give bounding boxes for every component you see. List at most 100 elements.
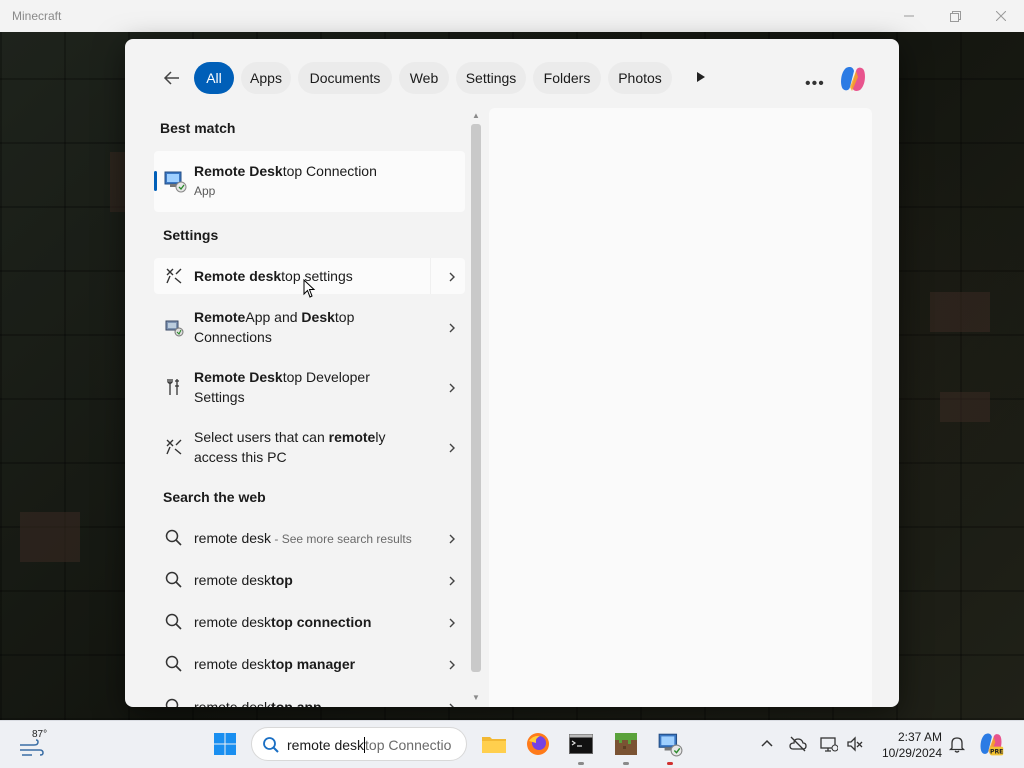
network-status[interactable] xyxy=(820,735,839,753)
notifications-button[interactable] xyxy=(948,735,966,753)
search-icon xyxy=(164,697,184,707)
restore-icon xyxy=(949,10,961,22)
web-result-label: remote desktop app xyxy=(194,699,322,707)
filter-photos[interactable]: Photos xyxy=(608,62,672,94)
minecraft-grass-block-icon xyxy=(615,733,637,755)
show-hidden-icons-button[interactable] xyxy=(758,735,776,753)
terminal-button[interactable] xyxy=(566,729,596,759)
filter-documents[interactable]: Documents xyxy=(298,62,392,94)
filter-web[interactable]: Web xyxy=(399,62,449,94)
remote-desktop-settings-icon xyxy=(164,266,184,286)
restore-button[interactable] xyxy=(932,0,978,32)
speaker-muted-icon xyxy=(847,736,863,752)
best-match-item[interactable]: Remote Desktop Connection App xyxy=(154,151,465,212)
back-button[interactable] xyxy=(161,67,183,89)
copilot-icon: PRE xyxy=(980,733,1003,756)
back-arrow-icon xyxy=(163,71,179,85)
chevron-right-icon[interactable] xyxy=(447,574,457,586)
weather-widget[interactable]: 87° xyxy=(18,729,54,761)
web-result[interactable]: remote desktop xyxy=(154,561,465,599)
chevron-right-icon[interactable] xyxy=(447,441,457,453)
running-indicator xyxy=(667,762,673,765)
best-match-title: Remote Desktop Connection xyxy=(194,163,377,179)
scroll-up-arrow-icon[interactable]: ▲ xyxy=(472,112,480,120)
windows-logo-icon xyxy=(214,733,236,755)
web-result-label: remote desk - See more search results xyxy=(194,530,412,546)
remote-settings-icon xyxy=(164,437,184,457)
search-input[interactable]: remote desktop Connectio xyxy=(287,737,451,753)
clock-time: 2:37 AM xyxy=(897,730,942,744)
web-result-label: remote desktop connection xyxy=(194,614,372,630)
remote-desktop-app-icon xyxy=(163,169,187,193)
chevron-right-icon[interactable] xyxy=(447,532,457,544)
bell-icon xyxy=(948,737,966,753)
settings-result-remoteapp-connections[interactable]: RemoteApp and Desktop Connections xyxy=(154,303,465,351)
taskbar-search-box[interactable]: remote desktop Connectio xyxy=(251,727,467,761)
scrollbar-thumb[interactable] xyxy=(471,124,481,672)
row-divider xyxy=(430,258,431,294)
selection-accent xyxy=(154,171,157,191)
filter-settings[interactable]: Settings xyxy=(456,62,526,94)
search-icon xyxy=(164,528,184,548)
web-result-label: remote desktop xyxy=(194,572,293,588)
close-icon xyxy=(996,11,1006,21)
network-icon xyxy=(820,737,839,752)
settings-result-label: RemoteApp and Desktop Connections xyxy=(194,309,355,345)
chevron-right-icon[interactable] xyxy=(447,321,457,333)
copilot-taskbar-button[interactable]: PRE xyxy=(976,729,1006,759)
filter-folders[interactable]: Folders xyxy=(533,62,601,94)
weather-temp: 87° xyxy=(32,729,48,740)
minimize-button[interactable] xyxy=(886,0,932,32)
search-icon xyxy=(263,737,279,753)
search-panel: All Apps Documents Web Settings Folders … xyxy=(125,39,899,707)
chevron-right-icon[interactable] xyxy=(447,270,457,282)
best-match-type: App xyxy=(194,184,216,198)
file-explorer-button[interactable] xyxy=(479,729,509,759)
firefox-button[interactable] xyxy=(523,729,553,759)
remote-desktop-taskbar-button[interactable] xyxy=(655,729,685,759)
remote-desktop-app-icon xyxy=(658,733,683,757)
firefox-icon xyxy=(527,733,549,755)
close-button[interactable] xyxy=(978,0,1024,32)
taskbar-clock[interactable]: 2:37 AM 10/29/2024 xyxy=(876,729,942,761)
filter-apps[interactable]: Apps xyxy=(241,62,291,94)
best-match-heading: Best match xyxy=(160,120,236,136)
settings-result-label: Remote Desktop Developer Settings xyxy=(194,369,370,405)
chevron-right-icon[interactable] xyxy=(447,616,457,628)
scroll-down-arrow-icon[interactable]: ▼ xyxy=(472,694,480,702)
game-block xyxy=(940,392,990,422)
copilot-icon xyxy=(841,67,865,91)
more-options-button[interactable]: ••• xyxy=(805,75,825,93)
settings-heading: Settings xyxy=(163,227,219,243)
chevron-up-icon xyxy=(761,739,773,747)
developer-tools-icon xyxy=(164,377,184,397)
search-icon xyxy=(164,612,184,632)
clock-date: 10/29/2024 xyxy=(881,746,942,760)
settings-result-label: Remote desktop settings xyxy=(194,268,353,284)
web-result-label: remote desktop manager xyxy=(194,656,356,672)
chevron-right-icon[interactable] xyxy=(447,381,457,393)
web-result[interactable]: remote desktop manager xyxy=(154,645,465,683)
volume-status[interactable] xyxy=(846,735,864,753)
terminal-icon xyxy=(569,734,593,754)
onedrive-status[interactable] xyxy=(789,735,807,753)
preview-pane xyxy=(489,108,872,707)
mouse-cursor-icon xyxy=(303,279,316,298)
chevron-right-icon[interactable] xyxy=(447,658,457,670)
wind-icon xyxy=(20,739,44,756)
more-filters-button[interactable] xyxy=(694,69,708,85)
web-result[interactable]: remote desktop connection xyxy=(154,603,465,641)
filter-all[interactable]: All xyxy=(194,62,234,94)
start-button[interactable] xyxy=(210,729,240,759)
settings-result-select-users[interactable]: Select users that can remotely access thi… xyxy=(154,423,465,471)
game-block xyxy=(930,292,990,332)
web-result[interactable]: remote desk - See more search results xyxy=(154,519,465,557)
svg-text:PRE: PRE xyxy=(990,749,1003,756)
copilot-button[interactable] xyxy=(837,63,869,95)
play-icon xyxy=(697,72,705,82)
remoteapp-icon xyxy=(164,317,184,337)
web-result[interactable]: remote desktop app xyxy=(154,691,465,707)
settings-result-developer-settings[interactable]: Remote Desktop Developer Settings xyxy=(154,363,465,411)
minecraft-button[interactable] xyxy=(611,729,641,759)
chevron-right-icon[interactable] xyxy=(447,701,457,707)
